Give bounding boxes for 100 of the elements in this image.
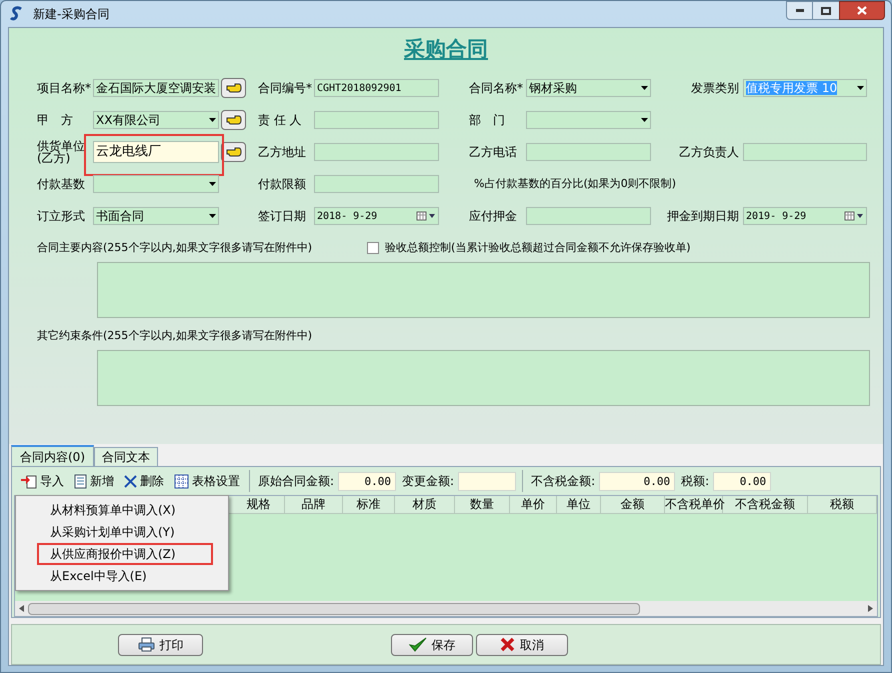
column-header: 数量 [454, 496, 510, 513]
toolbar-button[interactable]: 删除 [121, 470, 167, 492]
toolbar-button[interactable]: 新增 [71, 470, 117, 492]
field-label: 应付押金 [469, 210, 518, 222]
column-header: 税额 [808, 496, 877, 513]
dropdown-arrow-icon [209, 118, 216, 122]
minimize-button[interactable] [786, 1, 813, 20]
maximize-icon [821, 6, 831, 14]
column-header: 规格 [233, 496, 286, 513]
text-field[interactable] [314, 111, 439, 129]
toolbar-button[interactable]: 导入 [18, 470, 67, 492]
scroll-right-icon [868, 605, 873, 612]
amount-field[interactable]: 0.00 [713, 472, 772, 490]
content-textarea[interactable] [97, 262, 870, 318]
column-header: 标准 [342, 496, 395, 513]
cross-icon [500, 637, 515, 652]
window-title: 新建-采购合同 [33, 6, 110, 23]
field-label: 付款限额 [258, 178, 307, 190]
field-label: 订立形式 [37, 210, 86, 222]
field-label: 合同主要内容(255个字以内,如果文字很多请写在附件中) [37, 240, 314, 256]
amount-field[interactable]: 0.00 [338, 472, 396, 490]
field-label: 签订日期 [258, 210, 307, 222]
amount-field[interactable]: 0.00 [599, 472, 676, 490]
calendar-icon[interactable] [416, 211, 436, 221]
column-header: 材质 [394, 496, 455, 513]
lookup-button[interactable] [221, 78, 246, 98]
print-button[interactable]: 打印 [118, 634, 203, 656]
lookup-button[interactable] [221, 142, 246, 162]
dropdown-arrow-icon [857, 86, 864, 90]
app-logo-icon [9, 6, 25, 22]
column-header: 品牌 [285, 496, 343, 513]
field-note: %占付款基数的百分比(如果为0则不限制) [474, 176, 676, 192]
amount-label: 税额: [681, 473, 710, 490]
scrollbar-thumb[interactable] [28, 602, 640, 614]
text-field[interactable]: CGHT2018092901 [314, 79, 439, 97]
minimize-icon [796, 9, 804, 12]
lookup-button[interactable] [221, 110, 246, 130]
dropdown-arrow-icon [641, 86, 648, 90]
menu-item[interactable]: 从Excel中导入(E) [16, 565, 228, 587]
checkbox-label: 验收总额控制(当累计验收总额超过合同金额不允许保存验收单) [385, 240, 691, 256]
dropdown-field[interactable]: XX有限公司 [93, 111, 219, 129]
menu-item[interactable]: 从供应商报价中调入(Z) [16, 543, 228, 565]
form-heading: 采购合同 [404, 36, 488, 64]
horizontal-scrollbar[interactable] [15, 601, 877, 616]
amount-label: 变更金额: [402, 473, 454, 490]
save-button[interactable]: 保存 [391, 634, 473, 656]
scroll-left-icon [19, 605, 24, 612]
dropdown-arrow-icon [209, 182, 216, 186]
amount-label: 不含税金额: [531, 473, 596, 490]
field-label: 押金到期日期 [667, 210, 740, 222]
close-button[interactable] [839, 1, 885, 20]
field-label: 乙方电话 [469, 146, 518, 158]
dropdown-field[interactable] [93, 175, 219, 193]
field-label: 乙方地址 [258, 146, 307, 158]
menu-item[interactable]: 从采购计划单中调入(Y) [16, 521, 228, 543]
printer-icon [138, 637, 154, 652]
dropdown-field[interactable]: 书面合同 [93, 207, 219, 225]
dropdown-field[interactable] [526, 111, 651, 129]
import-icon [21, 474, 37, 488]
text-field[interactable] [314, 143, 439, 161]
field-label: 付款基数 [37, 178, 86, 190]
maximize-button[interactable] [813, 1, 839, 20]
tab[interactable]: 合同内容(0) [11, 445, 94, 466]
dropdown-arrow-icon [641, 118, 648, 122]
pointing-hand-icon [226, 83, 242, 93]
text-field[interactable] [743, 143, 867, 161]
field-label: 甲 方 [37, 114, 74, 126]
dropdown-field[interactable]: 钢材采购 [526, 79, 651, 97]
amount-field[interactable] [458, 472, 516, 490]
tab[interactable]: 合同文本 [94, 447, 158, 466]
menu-item[interactable]: 从材料预算单中调入(X) [16, 499, 228, 521]
field-label: 合同编号* [258, 82, 313, 94]
calendar-icon[interactable] [844, 211, 864, 221]
dropdown-field[interactable]: 金石国际大厦空调安装 [93, 79, 219, 97]
field-label: 部 门 [469, 114, 506, 126]
checkbox[interactable] [367, 242, 379, 254]
table-icon [174, 474, 189, 488]
field-label: 项目名称* [37, 82, 92, 94]
close-icon [857, 6, 867, 15]
field-label: 其它约束条件(255个字以内,如果文字很多请写在附件中) [37, 328, 312, 344]
date-field[interactable]: 2018- 9-29 [314, 207, 439, 225]
toolbar-button[interactable]: 表格设置 [171, 470, 243, 492]
pointing-hand-icon [226, 115, 242, 125]
column-header: 单位 [556, 496, 602, 513]
field-label: 责 任 人 [258, 114, 303, 126]
amount-label: 原始合同金额: [258, 473, 334, 490]
terms-textarea[interactable] [97, 350, 870, 406]
cancel-button[interactable]: 取消 [476, 634, 568, 656]
text-field[interactable] [314, 175, 439, 193]
field-label: 发票类别 [690, 82, 740, 94]
text-field[interactable] [526, 207, 651, 225]
column-header: 不含税单价 [664, 496, 723, 513]
field-label: 乙方负责人 [678, 146, 740, 158]
column-header: 单价 [510, 496, 557, 513]
dropdown-arrow-icon [209, 214, 216, 218]
column-header: 金额 [601, 496, 665, 513]
dropdown-field[interactable]: 云龙电线厂 [93, 141, 219, 163]
text-field[interactable] [526, 143, 651, 161]
pointing-hand-icon [226, 147, 242, 157]
date-field[interactable]: 2019- 9-29 [743, 207, 867, 225]
